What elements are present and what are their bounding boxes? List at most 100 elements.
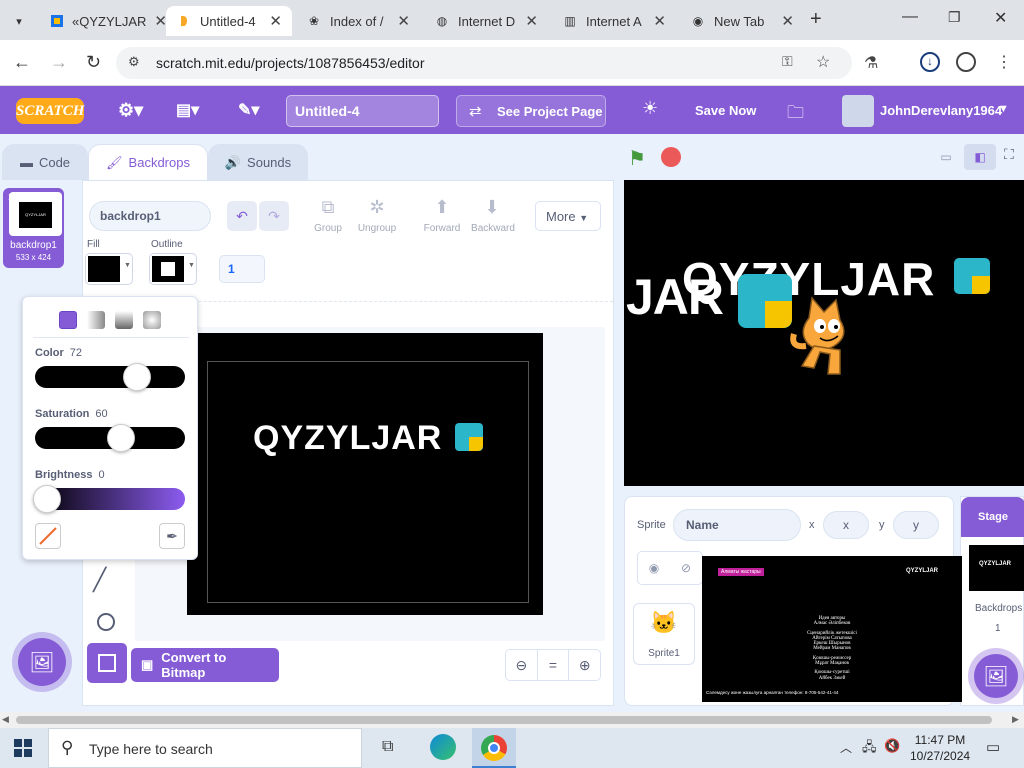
group-button[interactable]: ⧉ <box>311 197 345 218</box>
green-flag-icon[interactable]: ⚑ <box>628 146 646 171</box>
close-icon[interactable]: ✕ <box>525 12 538 30</box>
close-icon[interactable]: ✕ <box>653 12 666 30</box>
tab-sounds[interactable]: 🔊 Sounds <box>208 144 308 180</box>
undo-button[interactable]: ↶ <box>227 201 257 231</box>
stage-canvas[interactable]: JAR QYZYLJAR <box>624 180 1024 486</box>
windows-start-icon[interactable] <box>14 739 32 757</box>
see-project-page-button[interactable]: ⇄ See Project Page <box>456 95 606 127</box>
file-menu-button[interactable]: ▤▾ <box>176 86 199 134</box>
vertical-gradient-button[interactable] <box>115 311 133 329</box>
chevron-up-icon[interactable]: ︿ <box>840 739 852 756</box>
show-icon[interactable]: ◉ <box>638 552 670 584</box>
url-field[interactable]: ⚙ scratch.mit.edu/projects/1087856453/ed… <box>116 47 852 79</box>
radial-gradient-button[interactable] <box>143 311 161 329</box>
edit-menu-button[interactable]: ✎▾ <box>238 86 259 134</box>
zoom-in-button[interactable]: ⊕ <box>569 650 600 680</box>
browser-tab[interactable]: ▥ Internet A ✕ <box>552 6 676 36</box>
my-stuff-icon[interactable]: 🗀 <box>787 100 804 129</box>
network-icon[interactable]: 🖧 <box>862 738 877 760</box>
cat-sprite[interactable] <box>784 290 864 380</box>
clock-date[interactable]: 10/27/2024 <box>910 749 970 763</box>
maximize-button[interactable]: ❐ <box>948 9 961 26</box>
color-slider-handle[interactable] <box>123 363 151 391</box>
volume-icon[interactable]: 🔇 <box>884 738 900 754</box>
scroll-right-icon[interactable]: ▶ <box>1012 714 1019 725</box>
debug-bulb-icon[interactable]: ☀ <box>642 98 658 119</box>
ungroup-button[interactable]: ✲ <box>360 197 394 218</box>
tab-code[interactable]: ▬ Code <box>2 144 88 180</box>
more-button[interactable]: More ▼ <box>535 201 601 231</box>
close-window-button[interactable]: ✕ <box>994 8 1007 28</box>
zoom-out-button[interactable]: ⊖ <box>506 650 538 680</box>
notifications-icon[interactable]: ▭ <box>986 738 1000 756</box>
convert-to-bitmap-button[interactable]: ▣ Convert to Bitmap <box>131 648 279 682</box>
forward-button[interactable]: ⬆ <box>425 197 459 218</box>
flask-icon[interactable]: ⚗ <box>864 53 878 73</box>
chrome-taskbar-button[interactable] <box>472 728 516 768</box>
small-stage-button[interactable]: ▭ <box>930 144 962 170</box>
outline-color-picker[interactable]: ▼ <box>149 253 197 285</box>
tab-search-button[interactable]: ▾ <box>8 10 30 32</box>
browser-tab[interactable]: ◉ New Tab ✕ <box>680 6 804 36</box>
taskbar-search[interactable]: ⚲ Type here to search <box>48 728 362 768</box>
save-now-button[interactable]: Save Now <box>695 103 756 118</box>
sprite-x-input[interactable]: x <box>823 511 869 539</box>
horizontal-scrollbar[interactable]: ◀ ▶ <box>0 712 1024 728</box>
close-icon[interactable]: ✕ <box>781 12 794 30</box>
browser-menu-icon[interactable]: ⋮ <box>996 52 1012 72</box>
forward-button[interactable]: → <box>50 52 68 73</box>
brightness-slider-handle[interactable] <box>33 485 61 513</box>
sprite-name-input[interactable]: Name <box>673 509 801 541</box>
key-icon[interactable]: ⚿ <box>782 53 793 70</box>
close-icon[interactable]: ✕ <box>397 12 410 30</box>
outline-width-input[interactable]: 1 <box>219 255 265 283</box>
backward-button[interactable]: ⬇ <box>475 197 509 218</box>
choose-backdrop-button[interactable]: 🖼 <box>18 638 66 686</box>
solid-fill-button[interactable] <box>59 311 77 329</box>
zoom-reset-button[interactable]: = <box>538 650 570 680</box>
edge-icon[interactable] <box>430 734 456 760</box>
rectangle-tool[interactable] <box>87 643 127 683</box>
redo-button[interactable]: ↷ <box>259 201 289 231</box>
close-icon[interactable]: ✕ <box>269 12 282 30</box>
preview-popup[interactable]: Алматы жастары QYZYLJAR Идея авторы Алмас… <box>702 556 962 702</box>
tab-backdrops[interactable]: 🖌 Backdrops <box>88 144 208 180</box>
username[interactable]: JohnDerevlany1964 <box>880 103 1002 118</box>
sprite-tile[interactable]: 🐱 Sprite1 <box>633 603 695 665</box>
chevron-down-icon[interactable]: ▼ <box>998 103 1009 115</box>
eyedropper-button[interactable]: ✒ <box>159 523 185 549</box>
scrollbar-thumb[interactable] <box>16 716 992 724</box>
fullscreen-icon[interactable]: ⛶ <box>1004 146 1014 163</box>
download-icon[interactable]: ↓ <box>920 52 940 72</box>
browser-tab[interactable]: «QYZYLJAR ✕ <box>40 6 167 36</box>
backdrop-tile[interactable]: 1 QYZYLJAR backdrop1 533 x 424 <box>3 188 64 268</box>
star-icon[interactable]: ☆ <box>816 52 830 72</box>
horizontal-gradient-button[interactable] <box>87 311 105 329</box>
fill-color-picker[interactable]: ▼ <box>85 253 133 285</box>
browser-tab[interactable]: ◍ Internet D ✕ <box>424 6 548 36</box>
costume-name-input[interactable]: backdrop1 <box>89 201 211 231</box>
hide-icon[interactable]: ⊘ <box>670 552 702 584</box>
scroll-left-icon[interactable]: ◀ <box>2 714 9 725</box>
site-info-icon[interactable]: ⚙ <box>128 54 140 70</box>
color-slider[interactable] <box>35 366 185 388</box>
choose-sprite-button[interactable]: 🖼 <box>974 654 1018 698</box>
stop-icon[interactable] <box>661 147 681 167</box>
avatar[interactable] <box>842 95 874 127</box>
browser-tab[interactable]: ❀ Index of / ✕ <box>296 6 420 36</box>
large-stage-button[interactable]: ◧ <box>964 144 996 170</box>
line-tool[interactable]: ╱ <box>93 567 106 593</box>
browser-tab-active[interactable]: Untitled-4 ✕ <box>166 6 292 36</box>
sprite-y-input[interactable]: y <box>893 511 939 539</box>
clock-time[interactable]: 11:47 PM <box>910 733 970 747</box>
circle-tool[interactable] <box>97 613 115 631</box>
settings-menu-button[interactable]: ⚙▾ <box>118 86 143 134</box>
project-title-input[interactable]: Untitled-4 <box>286 95 439 127</box>
task-view-icon[interactable]: ⧉ <box>382 738 393 756</box>
reload-button[interactable]: ↻ <box>86 52 101 73</box>
scratch-logo[interactable]: SCRATCH <box>16 98 84 124</box>
back-button[interactable]: ← <box>13 52 31 73</box>
profile-icon[interactable] <box>956 52 976 72</box>
no-color-button[interactable] <box>35 523 61 549</box>
minimize-button[interactable]: — <box>902 8 918 26</box>
